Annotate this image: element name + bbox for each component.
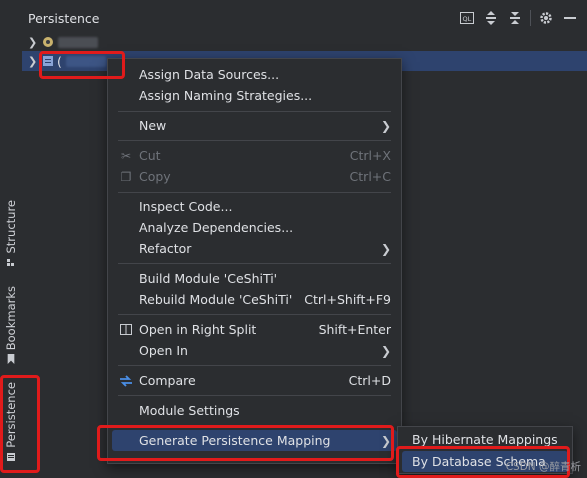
module-icon (43, 56, 53, 66)
menu-item-label: Inspect Code... (139, 199, 233, 214)
menu-shortcut: Ctrl+Shift+F9 (304, 292, 391, 307)
submenu-by-hibernate-mappings[interactable]: By Hibernate Mappings (398, 429, 572, 450)
tab-bookmarks[interactable]: Bookmarks (0, 286, 22, 365)
tab-bookmarks-label: Bookmarks (4, 286, 18, 351)
toolbar-separator (530, 10, 531, 26)
menu-item-label: Analyze Dependencies... (139, 220, 294, 235)
menu-item-label: Compare (139, 373, 196, 388)
menu-separator (118, 425, 391, 426)
menu-separator (118, 111, 391, 112)
persistence-icon (7, 452, 15, 461)
menu-generate-persistence-mapping[interactable]: Generate Persistence Mapping ❯ (112, 430, 397, 451)
tab-structure-label: Structure (4, 200, 18, 254)
menu-shortcut: Ctrl+X (349, 148, 391, 163)
tool-window-strip: Structure Bookmarks Persistence (0, 0, 23, 478)
copy-icon: ❐ (120, 169, 132, 184)
tree-row-project[interactable]: ❯ (22, 32, 587, 52)
svg-text:QL: QL (463, 15, 472, 23)
menu-rebuild-module[interactable]: Rebuild Module 'CeShiTi' Ctrl+Shift+F9 (108, 289, 401, 310)
compare-icon (119, 374, 133, 388)
menu-refactor[interactable]: Refactor ❯ (108, 238, 401, 259)
chevron-right-icon: ❯ (380, 118, 391, 133)
gear-icon[interactable] (537, 9, 555, 27)
collapse-all-icon[interactable] (506, 9, 524, 27)
context-menu: Assign Data Sources... Assign Naming Str… (107, 58, 402, 464)
panel-toolbar: QL (458, 9, 579, 27)
menu-item-label: Build Module 'CeShiTi' (139, 271, 278, 286)
chevron-right-icon[interactable]: ❯ (28, 36, 42, 49)
menu-item-label: Open In (139, 343, 188, 358)
menu-item-label: Rebuild Module 'CeShiTi' (139, 292, 293, 307)
menu-new[interactable]: New ❯ (108, 115, 401, 136)
expand-all-icon[interactable] (482, 9, 500, 27)
menu-item-label: Module Settings (139, 403, 240, 418)
menu-copy[interactable]: ❐ Copy Ctrl+C (108, 166, 401, 187)
chevron-right-icon: ❯ (380, 343, 391, 358)
menu-cut[interactable]: ✂ Cut Ctrl+X (108, 145, 401, 166)
menu-open-in[interactable]: Open In ❯ (108, 340, 401, 361)
menu-shortcut: Ctrl+C (349, 169, 391, 184)
chevron-right-icon: ❯ (380, 433, 391, 448)
module-name: ( (57, 53, 62, 69)
menu-open-right-split[interactable]: Open in Right Split Shift+Enter (108, 319, 401, 340)
menu-item-label: Assign Data Sources... (139, 67, 280, 82)
menu-assign-data-sources[interactable]: Assign Data Sources... (108, 64, 401, 85)
menu-item-label: Refactor (139, 241, 192, 256)
menu-module-settings[interactable]: Module Settings (108, 400, 401, 421)
split-icon (119, 323, 133, 337)
menu-build-module[interactable]: Build Module 'CeShiTi' (108, 268, 401, 289)
bookmark-icon (7, 354, 15, 365)
menu-separator (118, 365, 391, 366)
chevron-right-icon: ❯ (380, 241, 391, 256)
menu-inspect-code[interactable]: Inspect Code... (108, 196, 401, 217)
menu-separator (118, 192, 391, 193)
tab-persistence[interactable]: Persistence (0, 382, 22, 462)
menu-shortcut: Ctrl+D (348, 373, 391, 388)
submenu-item-label: By Hibernate Mappings (412, 432, 558, 447)
structure-icon (7, 258, 14, 266)
menu-item-label: New (139, 118, 167, 133)
tab-persistence-label: Persistence (4, 382, 18, 448)
chevron-right-icon[interactable]: ❯ (28, 55, 42, 68)
menu-item-label: Assign Naming Strategies... (139, 88, 313, 103)
panel-title: Persistence (28, 11, 100, 26)
menu-shortcut: Shift+Enter (318, 322, 391, 337)
menu-analyze-dependencies[interactable]: Analyze Dependencies... (108, 217, 401, 238)
project-icon (43, 37, 53, 47)
menu-separator (118, 395, 391, 396)
menu-item-label: Generate Persistence Mapping (139, 433, 331, 448)
menu-separator (118, 314, 391, 315)
ql-console-icon[interactable]: QL (458, 9, 476, 27)
menu-compare[interactable]: Compare Ctrl+D (108, 370, 401, 391)
hide-icon[interactable] (561, 9, 579, 27)
redacted-name (58, 36, 98, 48)
menu-separator (118, 263, 391, 264)
menu-item-label: Cut (139, 148, 161, 163)
watermark: CSDN @醉青析 (505, 461, 581, 473)
redacted-name (65, 55, 106, 67)
menu-assign-naming-strategies[interactable]: Assign Naming Strategies... (108, 85, 401, 106)
scissors-icon: ✂ (120, 148, 132, 163)
menu-separator (118, 140, 391, 141)
menu-item-label: Open in Right Split (139, 322, 257, 337)
menu-item-label: Copy (139, 169, 171, 184)
tab-structure[interactable]: Structure (0, 200, 22, 268)
